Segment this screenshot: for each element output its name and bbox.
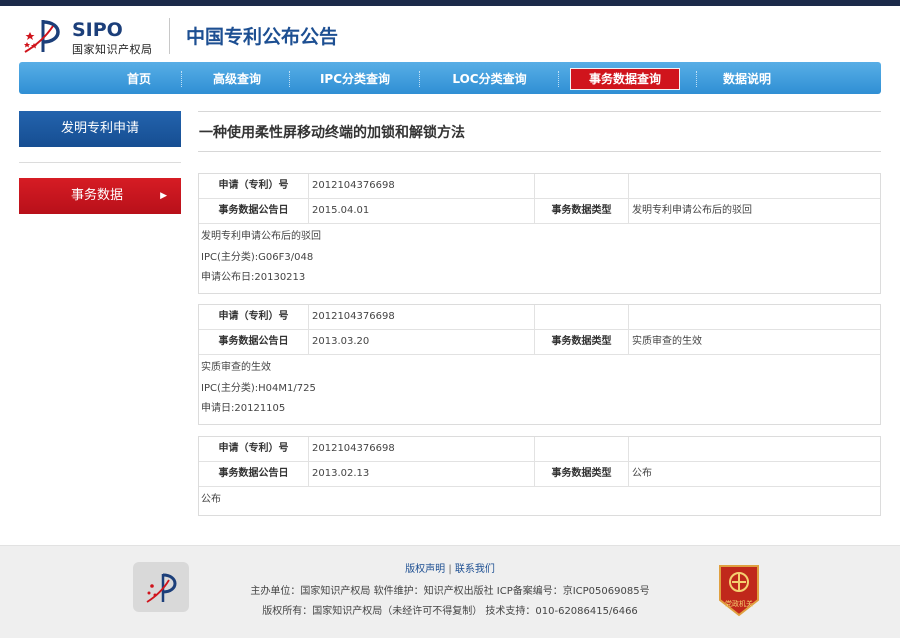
logo-chinese: 国家知识产权局 bbox=[72, 43, 153, 56]
main-nav: 首页 高级查询 IPC分类查询 LOC分类查询 事务数据查询 数据说明 bbox=[19, 62, 881, 94]
announcement-date-label: 事务数据公告日 bbox=[199, 462, 309, 486]
transaction-record: 申请（专利）号 2012104376698 事务数据公告日 2013.03.20… bbox=[198, 304, 881, 425]
sidebar-item-transaction-data[interactable]: 事务数据 ▶ bbox=[19, 178, 181, 214]
empty-cell bbox=[535, 174, 629, 198]
nav-separator bbox=[289, 71, 290, 87]
application-number-label: 申请（专利）号 bbox=[199, 305, 309, 329]
transaction-type-label: 事务数据类型 bbox=[535, 199, 629, 223]
record-details: 公布 bbox=[199, 487, 880, 515]
announcement-date-value: 2013.02.13 bbox=[309, 462, 535, 486]
announcement-date-label: 事务数据公告日 bbox=[199, 330, 309, 354]
copyright-notice-link[interactable]: 版权声明 bbox=[405, 564, 445, 575]
nav-data-description[interactable]: 数据说明 bbox=[711, 68, 783, 90]
site-footer: 版权声明 | 联系我们 主办单位：国家知识产权局 软件维护：知识产权出版社 IC… bbox=[0, 545, 900, 638]
transaction-type-value: 实质审查的生效 bbox=[632, 336, 702, 347]
nav-transaction-search[interactable]: 事务数据查询 bbox=[570, 68, 680, 90]
badge-label: 党政机关 bbox=[725, 599, 753, 608]
table-row: 申请（专利）号 2012104376698 bbox=[199, 437, 880, 462]
nav-loc-search[interactable]: LOC分类查询 bbox=[442, 68, 537, 90]
announcement-date-label: 事务数据公告日 bbox=[199, 199, 309, 223]
contact-us-link[interactable]: 联系我们 bbox=[455, 564, 495, 575]
footer-copyright-info: 版权所有：国家知识产权局（未经许可不得复制） 技术支持：010-62086415… bbox=[262, 606, 638, 617]
detail-line: 实质审查的生效 bbox=[201, 362, 271, 373]
application-number-value: 2012104376698 bbox=[309, 437, 535, 461]
record-details: 发明专利申请公布后的驳回 IPC(主分类):G06F3/048 申请公布日:20… bbox=[199, 224, 880, 293]
site-title: 中国专利公布公告 bbox=[186, 26, 339, 48]
empty-cell bbox=[629, 174, 880, 198]
sidebar-item-invention-application[interactable]: 发明专利申请 bbox=[19, 111, 181, 147]
empty-cell bbox=[535, 305, 629, 329]
transaction-type-value: 公布 bbox=[632, 468, 652, 479]
detail-line: 申请日:20121105 bbox=[201, 403, 286, 414]
link-separator: | bbox=[448, 564, 452, 575]
record-details: 实质审查的生效 IPC(主分类):H04M1/725 申请日:20121105 bbox=[199, 355, 880, 424]
detail-line: IPC(主分类):G06F3/048 bbox=[201, 251, 314, 263]
transaction-record: 申请（专利）号 2012104376698 事务数据公告日 2015.04.01… bbox=[198, 173, 881, 294]
empty-cell bbox=[629, 305, 880, 329]
nav-home[interactable]: 首页 bbox=[113, 68, 165, 90]
sipo-logo-icon[interactable] bbox=[21, 16, 67, 56]
table-row: 申请（专利）号 2012104376698 bbox=[199, 174, 880, 199]
sidebar-item-label: 事务数据 bbox=[71, 188, 124, 203]
transaction-type-value: 发明专利申请公布后的驳回 bbox=[632, 205, 752, 216]
detail-line: 公布 bbox=[201, 494, 221, 505]
government-badge-icon[interactable]: 党政机关 bbox=[716, 562, 762, 618]
transaction-type-label: 事务数据类型 bbox=[535, 462, 629, 486]
nav-separator bbox=[558, 71, 559, 87]
title-bottom-rule bbox=[198, 151, 881, 152]
footer-links: 版权声明 | 联系我们 bbox=[0, 560, 900, 575]
page-title: 一种使用柔性屏移动终端的加锁和解锁方法 bbox=[199, 125, 465, 141]
chevron-right-icon: ▶ bbox=[160, 191, 167, 201]
table-row: 事务数据公告日 2013.03.20 事务数据类型 实质审查的生效 bbox=[199, 330, 880, 355]
title-top-rule bbox=[198, 111, 881, 112]
empty-cell bbox=[629, 437, 880, 461]
logo-english: SIPO bbox=[72, 19, 123, 41]
nav-separator bbox=[181, 71, 182, 87]
nav-separator bbox=[696, 71, 697, 87]
footer-host-info: 主办单位：国家知识产权局 软件维护：知识产权出版社 ICP备案编号：京ICP05… bbox=[250, 586, 650, 597]
nav-separator bbox=[419, 71, 420, 87]
table-row: 事务数据公告日 2015.04.01 事务数据类型 发明专利申请公布后的驳回 bbox=[199, 199, 880, 224]
detail-line: 申请公布日:20130213 bbox=[201, 272, 306, 283]
header-divider bbox=[169, 18, 170, 54]
application-number-label: 申请（专利）号 bbox=[199, 174, 309, 198]
application-number-value: 2012104376698 bbox=[309, 305, 535, 329]
application-number-value: 2012104376698 bbox=[309, 174, 535, 198]
transaction-record: 申请（专利）号 2012104376698 事务数据公告日 2013.02.13… bbox=[198, 436, 881, 516]
announcement-date-value: 2013.03.20 bbox=[309, 330, 535, 354]
detail-line: 发明专利申请公布后的驳回 bbox=[201, 231, 321, 242]
application-number-label: 申请（专利）号 bbox=[199, 437, 309, 461]
nav-ipc-search[interactable]: IPC分类查询 bbox=[310, 68, 400, 90]
detail-line: IPC(主分类):H04M1/725 bbox=[201, 382, 316, 394]
transaction-type-label: 事务数据类型 bbox=[535, 330, 629, 354]
empty-cell bbox=[535, 437, 629, 461]
sidebar-divider bbox=[19, 162, 181, 163]
announcement-date-value: 2015.04.01 bbox=[309, 199, 535, 223]
nav-advanced-search[interactable]: 高级查询 bbox=[202, 68, 272, 90]
site-header: SIPO 国家知识产权局 中国专利公布公告 bbox=[0, 6, 900, 61]
table-row: 申请（专利）号 2012104376698 bbox=[199, 305, 880, 330]
table-row: 事务数据公告日 2013.02.13 事务数据类型 公布 bbox=[199, 462, 880, 487]
